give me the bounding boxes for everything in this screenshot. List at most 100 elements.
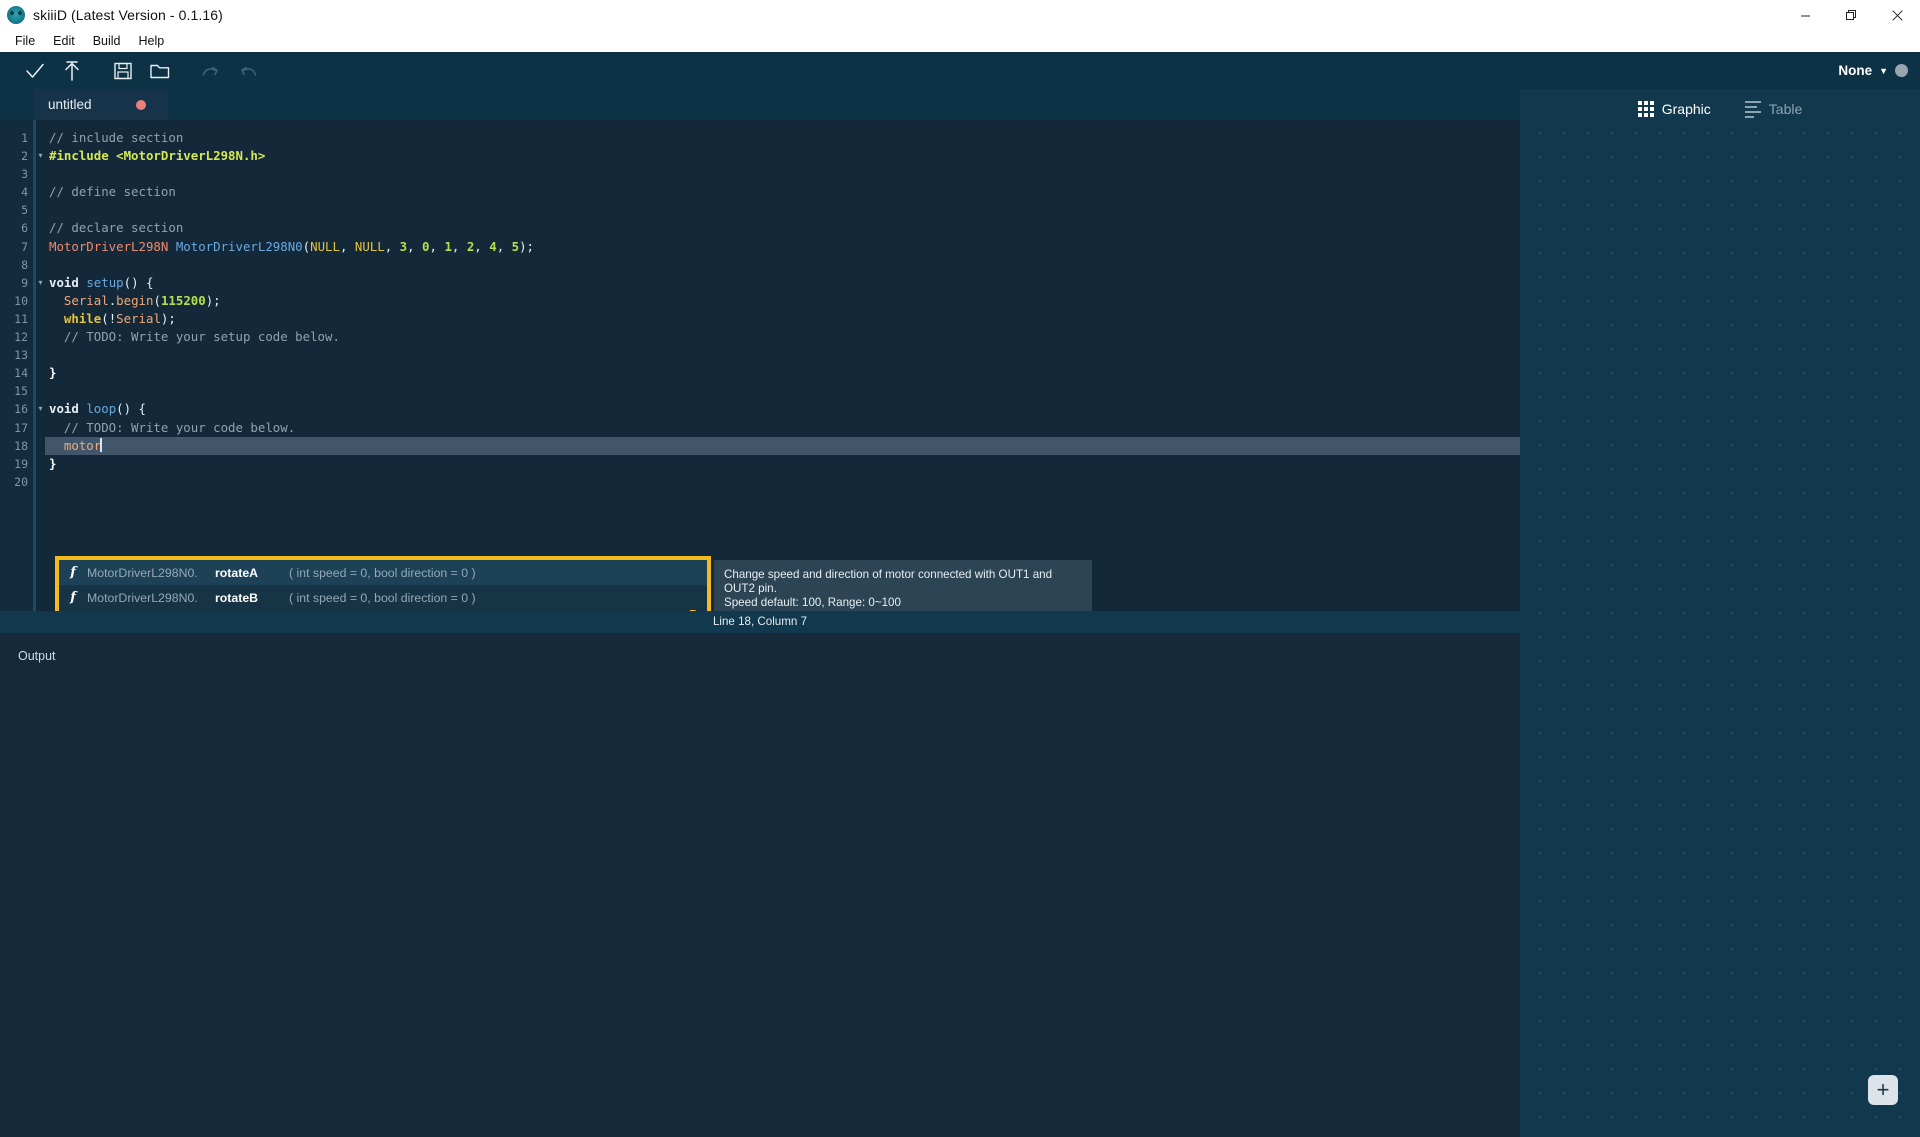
fold-marker-line-2[interactable]: ▾ xyxy=(36,147,45,165)
autocomplete-item-rotateAB[interactable]: f MotorDriverL298N0. rotateAB ( int spee… xyxy=(59,610,707,611)
code-line-2: #include <MotorDriverL298N.h> xyxy=(45,147,1520,165)
tab-table-label: Table xyxy=(1768,101,1803,117)
line-number: 4 xyxy=(21,185,28,200)
code-line-12: // TODO: Write your setup code below. xyxy=(45,328,1520,346)
autocomplete-item-rotateB[interactable]: f MotorDriverL298N0. rotateB ( int speed… xyxy=(59,585,707,610)
open-folder-icon xyxy=(149,64,169,78)
code-token-comment: // declare section xyxy=(49,220,184,236)
menu-file[interactable]: File xyxy=(6,32,44,50)
window-controls xyxy=(1782,0,1920,30)
menu-edit[interactable]: Edit xyxy=(44,32,84,50)
autocomplete-item-rotateA[interactable]: f MotorDriverL298N0. rotateA ( int speed… xyxy=(59,560,707,585)
text-caret xyxy=(100,437,102,452)
fold-marker-gutter[interactable]: ▾ ▾ ▾ xyxy=(36,120,45,611)
tab-untitled[interactable]: untitled xyxy=(34,89,168,120)
line-number: 18 xyxy=(14,438,28,453)
code-token-brace: } xyxy=(49,365,57,381)
autocomplete-item-owner: MotorDriverL298N0. xyxy=(87,565,198,580)
line-number: 17 xyxy=(14,420,28,435)
code-editor[interactable]: 1 2 3 4 5 6 7 8 9 10 11 12 13 14 15 16 1… xyxy=(0,120,1520,611)
panel-view-tabs: Graphic Table xyxy=(1520,89,1920,129)
line-number: 16 xyxy=(14,402,28,417)
autocomplete-item-name: rotateB xyxy=(215,590,259,605)
line-number: 2 xyxy=(21,149,28,164)
autocomplete-documentation: Change speed and direction of motor conn… xyxy=(714,560,1092,611)
code-line-4: // define section xyxy=(45,183,1520,201)
board-selector-label: None xyxy=(1838,63,1873,78)
line-number: 8 xyxy=(21,257,28,272)
code-token-preprocessor: #include <MotorDriverL298N.h> xyxy=(49,148,266,164)
line-number: 15 xyxy=(14,384,28,399)
minimize-button[interactable] xyxy=(1782,0,1828,30)
code-token-comment: // TODO: Write your setup code below. xyxy=(49,329,340,345)
tab-table[interactable]: Table xyxy=(1744,100,1803,118)
cursor-position-label: Line 18, Column 7 xyxy=(712,615,808,628)
toolbar: None ▼ xyxy=(0,52,1920,89)
close-button[interactable] xyxy=(1874,0,1920,30)
app-logo-icon xyxy=(7,6,25,24)
check-icon xyxy=(25,63,44,78)
component-panel: Graphic Table + xyxy=(1520,89,1920,1137)
add-component-button[interactable]: + xyxy=(1868,1075,1898,1105)
redo-button[interactable] xyxy=(192,54,229,87)
connection-status-indicator xyxy=(1895,64,1908,77)
code-line-11: while(!Serial); xyxy=(63,310,176,326)
code-line-10: Serial.begin(115200); xyxy=(49,292,221,308)
maximize-restore-button[interactable] xyxy=(1828,0,1874,30)
fold-marker-line-16[interactable]: ▾ xyxy=(36,400,45,418)
code-content[interactable]: // include section #include <MotorDriver… xyxy=(45,120,1520,611)
line-number: 5 xyxy=(21,203,28,218)
code-line-19: } xyxy=(45,455,1520,473)
menu-build[interactable]: Build xyxy=(84,32,130,50)
upload-arrow-icon xyxy=(64,60,79,81)
fold-marker-line-9[interactable]: ▾ xyxy=(36,274,45,292)
verify-button[interactable] xyxy=(16,54,53,87)
line-number: 14 xyxy=(14,366,28,381)
save-floppy-icon xyxy=(113,62,132,79)
line-number: 9 xyxy=(21,275,28,290)
menu-help[interactable]: Help xyxy=(130,32,174,50)
autocomplete-popup[interactable]: f MotorDriverL298N0. rotateA ( int speed… xyxy=(55,556,711,611)
title-bar: skiiiD (Latest Version - 0.1.16) xyxy=(0,0,1920,30)
board-selector[interactable]: None ▼ xyxy=(1838,52,1908,89)
autocomplete-item-signature: ( int speed = 0, bool direction = 0 ) xyxy=(289,565,476,580)
code-line-9: void setup() { xyxy=(49,274,154,290)
line-number: 7 xyxy=(21,239,28,254)
code-token-identifier: motor xyxy=(49,437,102,453)
code-line-6: // declare section xyxy=(45,219,1520,237)
editor-tab-bar: untitled xyxy=(0,89,1520,120)
upload-button[interactable] xyxy=(53,54,90,87)
tab-graphic[interactable]: Graphic xyxy=(1637,101,1711,117)
output-panel: Output xyxy=(0,632,1520,1137)
menu-bar: File Edit Build Help xyxy=(0,30,1920,52)
code-token-comment: // TODO: Write your code below. xyxy=(49,419,296,435)
code-token-comment: // include section xyxy=(49,130,184,145)
status-bar: Line 18, Column 7 xyxy=(0,610,1520,633)
open-button[interactable] xyxy=(141,54,178,87)
tab-modified-dot-icon[interactable] xyxy=(135,99,146,110)
save-button[interactable] xyxy=(104,54,141,87)
undo-button[interactable] xyxy=(229,54,266,87)
code-line-14: } xyxy=(45,364,1520,382)
window-title: skiiiD (Latest Version - 0.1.16) xyxy=(33,7,223,23)
main-area: untitled 1 2 3 4 5 6 7 8 9 10 11 12 13 1… xyxy=(0,89,1920,1137)
code-line-17: // TODO: Write your code below. xyxy=(45,419,1520,437)
code-line-18: motor xyxy=(45,436,1520,455)
grid-icon xyxy=(1637,101,1654,117)
line-number: 10 xyxy=(14,293,28,308)
line-number: 11 xyxy=(14,311,28,326)
